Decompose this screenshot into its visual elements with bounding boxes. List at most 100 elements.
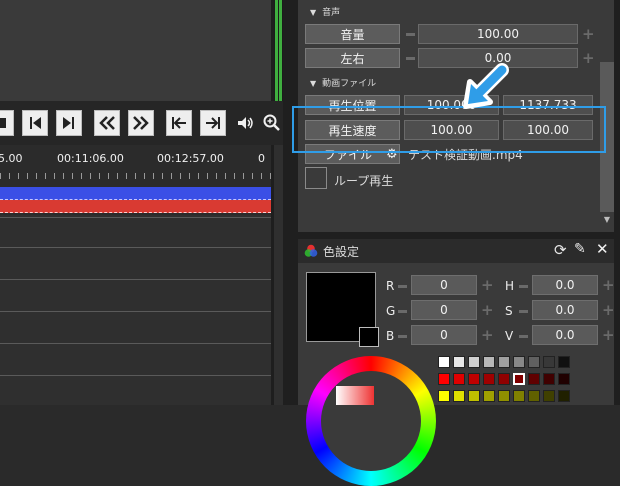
s-label: S [505,304,513,318]
palette-swatch[interactable] [543,356,555,368]
collapse-arrow-icon: ▼ [310,79,317,88]
close-icon[interactable]: ✕ [596,240,609,258]
previous-color-swatch[interactable] [359,327,379,347]
palette-swatch[interactable] [438,373,450,385]
timecode-label: 00:12:57.00 [157,152,224,165]
palette-swatch[interactable] [543,373,555,385]
volume-button[interactable] [236,111,256,135]
audio-clip[interactable] [0,185,271,215]
minus-icon[interactable] [398,310,407,313]
palette-swatch[interactable] [513,373,525,385]
plus-icon[interactable]: + [582,48,595,68]
stop-button[interactable] [0,110,14,136]
plus-icon[interactable]: + [602,325,615,345]
palette-swatch[interactable] [438,356,450,368]
palette-swatch[interactable] [543,390,555,402]
zoom-button[interactable] [262,111,282,135]
plus-icon[interactable]: + [481,275,494,295]
palette-swatch[interactable] [468,390,480,402]
timecode-label: 00:11:06.00 [57,152,124,165]
r-label: R [386,279,395,293]
plus-icon[interactable]: + [602,275,615,295]
palette-swatch[interactable] [498,390,510,402]
saturation-value-square[interactable] [336,386,374,405]
minus-icon[interactable] [519,335,528,338]
palette-swatch[interactable] [483,390,495,402]
minus-icon[interactable] [406,33,415,36]
scroll-down-icon[interactable]: ▼ [601,213,613,225]
go-end-icon [206,117,220,129]
plus-icon[interactable]: + [602,300,615,320]
collapse-arrow-icon: ▼ [310,8,317,17]
palette-swatch[interactable] [498,356,510,368]
minus-icon[interactable] [398,335,407,338]
rewind-button[interactable] [94,110,120,136]
palette-swatch[interactable] [483,373,495,385]
video-section-header[interactable]: ▼ 動画ファイル [310,76,376,89]
go-end-button[interactable] [200,110,226,136]
s-field[interactable]: 0.0 [532,300,598,320]
color-panel-header: 色設定 ⟳ ✎ ✕ [298,239,614,263]
plus-icon[interactable]: + [481,325,494,345]
palette-swatch[interactable] [453,356,465,368]
stop-icon [0,118,6,128]
video-preview [0,0,271,101]
palette-swatch[interactable] [558,390,570,402]
eyedropper-icon[interactable]: ✎ [574,241,586,257]
highlight-box [292,106,606,153]
palette-swatch[interactable] [513,356,525,368]
track-area[interactable] [0,215,271,405]
timecode-label: 5.00 [0,152,23,165]
palette-swatch[interactable] [558,373,570,385]
b-field[interactable]: 0 [411,325,477,345]
refresh-icon[interactable]: ⟳ [554,241,567,259]
pan-label-button[interactable]: 左右 [305,48,400,68]
color-wheel-icon [304,244,318,257]
minus-icon[interactable] [406,57,415,60]
go-start-button[interactable] [166,110,192,136]
h-field[interactable]: 0.0 [532,275,598,295]
step-forward-button[interactable] [56,110,82,136]
palette-swatch[interactable] [483,356,495,368]
r-field[interactable]: 0 [411,275,477,295]
timecode-label: 0 [258,152,265,165]
palette-swatch[interactable] [498,373,510,385]
color-palette[interactable] [438,356,570,405]
palette-swatch[interactable] [528,390,540,402]
palette-swatch[interactable] [438,390,450,402]
minus-icon[interactable] [519,285,528,288]
zoom-icon [263,114,280,131]
h-label: H [505,279,515,293]
palette-swatch[interactable] [453,390,465,402]
palette-swatch[interactable] [468,373,480,385]
fast-forward-button[interactable] [128,110,154,136]
audio-level-meter [274,0,283,101]
loop-checkbox[interactable] [305,167,327,189]
v-field[interactable]: 0.0 [532,325,598,345]
palette-swatch[interactable] [528,356,540,368]
palette-swatch[interactable] [453,373,465,385]
color-panel-title: 色設定 [323,245,360,259]
volume-field[interactable]: 100.00 [418,24,578,44]
g-field[interactable]: 0 [411,300,477,320]
palette-swatch[interactable] [468,356,480,368]
plus-icon[interactable]: + [481,300,494,320]
step-back-button[interactable] [22,110,48,136]
waveform-right-channel [0,200,271,213]
volume-label-button[interactable]: 音量 [305,24,400,44]
minus-icon[interactable] [519,310,528,313]
waveform-left-channel [0,187,271,200]
audio-section-header[interactable]: ▼ 音声 [310,5,340,18]
palette-swatch[interactable] [528,373,540,385]
plus-icon[interactable]: + [582,24,595,44]
minus-icon[interactable] [398,285,407,288]
volume-icon [238,117,253,129]
loop-label: ループ再生 [334,174,394,188]
palette-swatch[interactable] [558,356,570,368]
ruler-ticks [0,173,271,179]
time-ruler[interactable]: 5.00 00:11:06.00 00:12:57.00 0 [0,145,271,185]
b-label: B [386,329,395,343]
palette-swatch[interactable] [513,390,525,402]
fast-forward-icon [133,116,149,130]
rewind-icon [99,116,115,130]
